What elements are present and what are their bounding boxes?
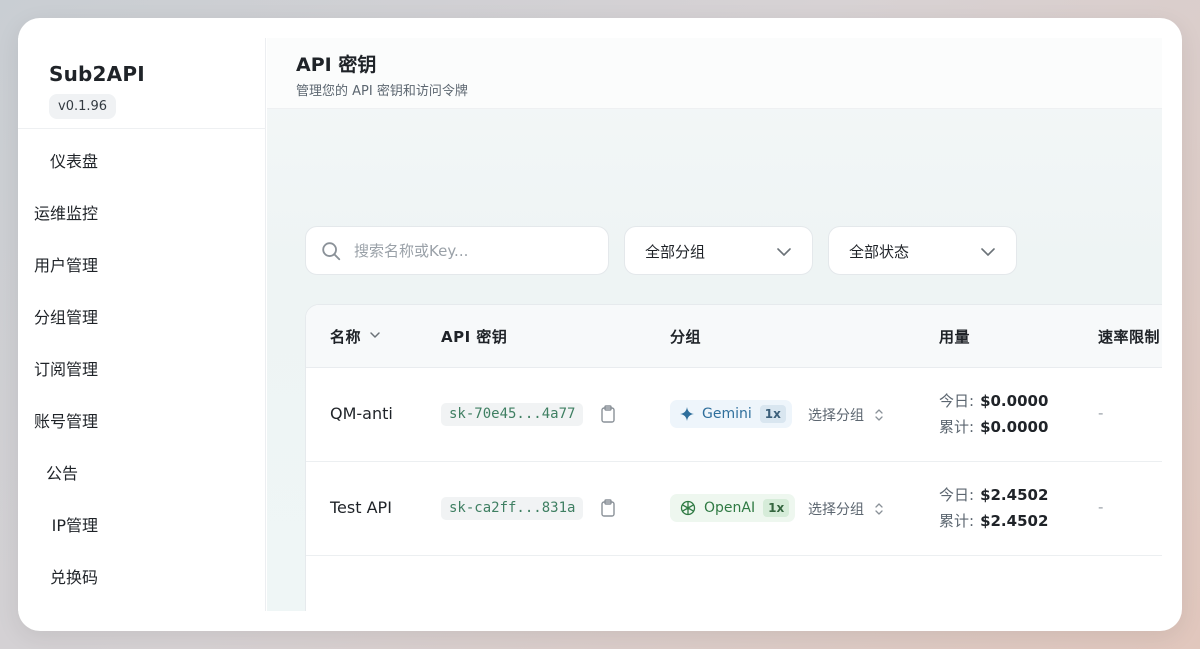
- sidebar-item-redeem-codes[interactable]: 兑换码: [18, 564, 258, 594]
- api-key-value: sk-70e45...4a77: [441, 403, 584, 426]
- group-filter-value: 全部分组: [645, 243, 706, 261]
- key-name: QM-anti: [330, 404, 393, 423]
- openai-icon: [680, 500, 696, 516]
- sidebar-item-subscriptions[interactable]: 订阅管理: [18, 356, 258, 386]
- usage-cell: 今日: $2.4502 累计: $2.4502: [939, 482, 1048, 534]
- select-group-dropdown[interactable]: 选择分组: [808, 405, 884, 425]
- table-row: Test API sk-ca2ff...831a OpenAI 1x 选择分组 …: [306, 462, 1162, 556]
- sidebar-item-label: 仪表盘: [49, 152, 98, 171]
- brand-title: Sub2API: [49, 62, 145, 86]
- usage-today-label: 今日:: [939, 486, 975, 504]
- select-group-label: 选择分组: [808, 502, 864, 518]
- clipboard-icon[interactable]: [600, 405, 616, 423]
- brand-divider: [18, 128, 266, 129]
- search-icon: [322, 242, 341, 261]
- sidebar-item-ops-monitor[interactable]: 运维监控: [18, 200, 258, 230]
- api-keys-table: 名称 API 密钥 分组 用量 速率限制 QM-anti sk-70e45...…: [305, 304, 1162, 611]
- table-header: 名称 API 密钥 分组 用量 速率限制: [306, 305, 1162, 368]
- search-box[interactable]: [305, 226, 609, 275]
- column-header-rate-limit: 速率限制: [1098, 328, 1161, 346]
- select-group-label: 选择分组: [808, 408, 864, 424]
- gemini-icon: [680, 407, 694, 421]
- sidebar: Sub2API v0.1.96 仪表盘 运维监控 用户管理 分组管理 订阅管理 …: [18, 38, 266, 611]
- usage-total: $2.4502: [980, 512, 1049, 530]
- sidebar-item-accounts[interactable]: 账号管理: [18, 408, 258, 438]
- usage-total-label: 累计:: [939, 512, 975, 530]
- usage-today-label: 今日:: [939, 392, 975, 410]
- rate-multiplier: 1x: [759, 405, 786, 423]
- page-subtitle: 管理您的 API 密钥和访问令牌: [296, 84, 468, 99]
- version-badge: v0.1.96: [49, 94, 117, 119]
- status-filter-select[interactable]: 全部状态: [828, 226, 1017, 275]
- column-header-name[interactable]: 名称: [330, 326, 381, 347]
- search-input[interactable]: [354, 237, 594, 265]
- column-header-label: 名称: [330, 328, 362, 346]
- sidebar-item-announcements[interactable]: 公告: [18, 460, 258, 490]
- rate-limit-value: -: [1098, 498, 1104, 516]
- column-header-group: 分组: [670, 328, 702, 346]
- key-name: Test API: [330, 498, 392, 517]
- page-title: API 密钥: [296, 54, 377, 76]
- sidebar-item-label: IP管理: [51, 516, 98, 535]
- column-header-key: API 密钥: [441, 328, 508, 346]
- chevron-down-icon: [370, 332, 380, 338]
- sidebar-item-label: 账号管理: [33, 412, 98, 431]
- usage-today: $2.4502: [980, 486, 1049, 504]
- api-key-value: sk-ca2ff...831a: [441, 497, 584, 520]
- table-row: QM-anti sk-70e45...4a77 Gemini 1x 选择分组 今…: [306, 368, 1162, 462]
- usage-total: $0.0000: [980, 418, 1049, 436]
- clipboard-icon[interactable]: [600, 499, 616, 517]
- sidebar-item-label: 用户管理: [33, 256, 98, 275]
- status-filter-value: 全部状态: [849, 243, 910, 261]
- sidebar-item-groups[interactable]: 分组管理: [18, 304, 258, 334]
- sidebar-item-label: 订阅管理: [33, 360, 98, 379]
- sidebar-item-dashboard[interactable]: 仪表盘: [18, 148, 258, 178]
- group-name: Gemini: [702, 406, 752, 422]
- column-header-usage: 用量: [939, 328, 971, 346]
- group-badge: Gemini 1x: [670, 400, 792, 428]
- chevron-down-icon: [777, 248, 791, 256]
- rate-multiplier: 1x: [763, 499, 790, 517]
- brand: Sub2API v0.1.96: [49, 62, 145, 119]
- page-header: API 密钥 管理您的 API 密钥和访问令牌: [267, 38, 1162, 109]
- group-badge: OpenAI 1x: [670, 494, 796, 522]
- chevron-updown-icon: [875, 503, 883, 515]
- sidebar-item-users[interactable]: 用户管理: [18, 252, 258, 282]
- sidebar-item-label: 运维监控: [33, 204, 98, 223]
- group-filter-select[interactable]: 全部分组: [624, 226, 813, 275]
- main-content: API 密钥 管理您的 API 密钥和访问令牌 全部分组 全部状态 名称: [267, 38, 1162, 611]
- select-group-dropdown[interactable]: 选择分组: [808, 499, 884, 519]
- sidebar-item-label: 公告: [45, 464, 78, 483]
- chevron-down-icon: [981, 248, 995, 256]
- group-name: OpenAI: [704, 500, 756, 516]
- usage-cell: 今日: $0.0000 累计: $0.0000: [939, 388, 1048, 440]
- app-window: Sub2API v0.1.96 仪表盘 运维监控 用户管理 分组管理 订阅管理 …: [18, 18, 1182, 631]
- sidebar-item-label: 兑换码: [49, 568, 98, 587]
- rate-limit-value: -: [1098, 404, 1104, 422]
- sidebar-item-ip[interactable]: IP管理: [18, 512, 258, 542]
- chevron-updown-icon: [875, 409, 883, 421]
- usage-today: $0.0000: [980, 392, 1049, 410]
- usage-total-label: 累计:: [939, 418, 975, 436]
- sidebar-item-label: 分组管理: [33, 308, 98, 327]
